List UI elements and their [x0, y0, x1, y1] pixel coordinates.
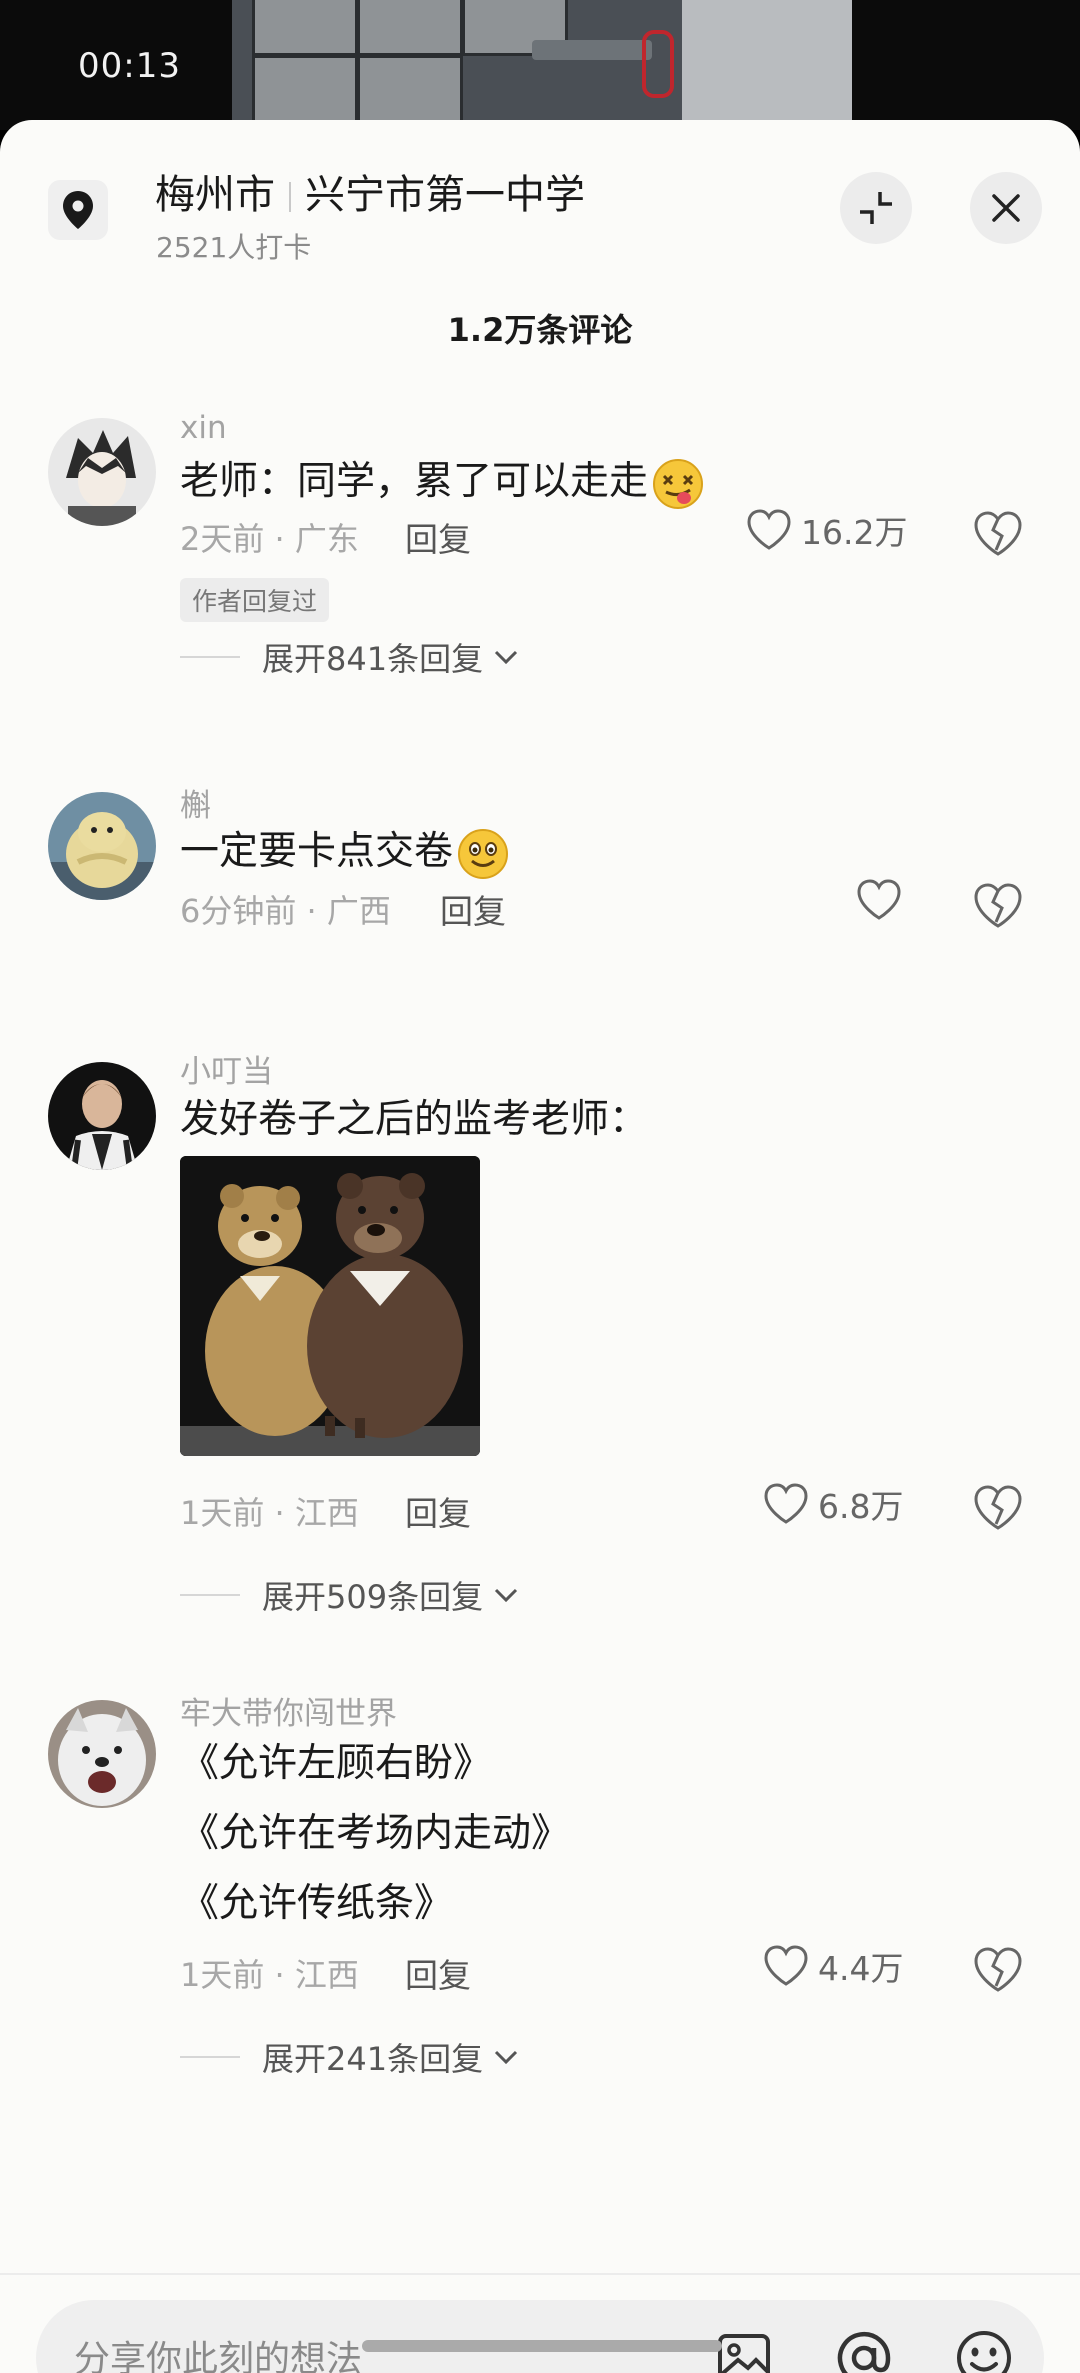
author-replied-tag: 作者回复过 [180, 578, 330, 622]
comment-count: 1.2万条评论 [447, 311, 633, 349]
chevron-down-icon [495, 2050, 518, 2065]
comment-text-body: 一定要卡点交卷 [180, 829, 454, 874]
comment-line: 《允许传纸条》 [180, 1881, 454, 1926]
heart-outline-icon [764, 1945, 808, 1986]
like-count: 16.2万 [801, 513, 908, 552]
smile-emoji [458, 828, 509, 879]
heart-outline-icon [764, 1483, 808, 1524]
divider-line [180, 1594, 240, 1596]
expand-replies-label: 展开241条回复 [262, 2040, 484, 2078]
comment-time-location: 1天前 · 江西 [180, 1494, 359, 1532]
comment-text: 老师：同学，累了可以走走 [180, 450, 704, 510]
heart-outline-icon [747, 509, 791, 550]
comment-text: 一定要卡点交卷 [180, 820, 509, 880]
reply-button[interactable]: 回复 [405, 513, 471, 561]
close-icon [992, 194, 1020, 222]
dizzy-tongue-emoji [653, 458, 704, 509]
collapse-icon [860, 192, 892, 224]
reply-button[interactable]: 回复 [440, 885, 506, 933]
title-divider [289, 182, 291, 212]
broken-heart-icon[interactable] [972, 882, 1024, 930]
comment-username[interactable]: 牢大带你闯世界 [180, 1688, 397, 1733]
comment-time-location: 6分钟前 · 广西 [180, 892, 391, 930]
comment-input-bar [36, 2300, 1044, 2373]
comment-text: 发好卷子之后的监考老师： [180, 1097, 649, 1142]
checkin-count: 2521人打卡 [156, 231, 312, 264]
like-button[interactable] [855, 878, 911, 922]
reply-button[interactable]: 回复 [405, 1949, 471, 1997]
video-frame [232, 0, 852, 130]
broken-heart-icon[interactable] [972, 1484, 1024, 1532]
comment-text-body: 老师：同学，累了可以走走 [180, 459, 649, 504]
avatar[interactable] [48, 792, 156, 900]
comment-username[interactable]: 小叮当 [180, 1046, 273, 1091]
chevron-down-icon [495, 650, 518, 665]
like-count: 4.4万 [818, 1949, 904, 1988]
heart-outline-icon [857, 879, 901, 920]
home-indicator[interactable] [362, 2340, 722, 2352]
comment-time-location: 1天前 · 江西 [180, 1956, 359, 1994]
sheet-header: 梅州市 兴宁市第一中学 2521人打卡 [0, 120, 1080, 300]
video-background: 00:13 [0, 0, 1080, 130]
emoji-face-icon[interactable] [954, 2328, 1014, 2373]
expand-replies-label: 展开509条回复 [262, 1578, 484, 1616]
comment-sheet: 梅州市 兴宁市第一中学 2521人打卡 1.2万条评论 xin 老师：同学，累了… [0, 120, 1080, 2373]
comment-line: 《允许左顾右盼》 [180, 1741, 493, 1786]
like-button[interactable]: 6.8万 [762, 1480, 903, 1528]
location-pin-icon[interactable] [48, 180, 108, 240]
like-button[interactable]: 4.4万 [762, 1942, 903, 1990]
divider-line [180, 2056, 240, 2058]
comment-line: 《允许在考场内走动》 [180, 1811, 571, 1856]
expand-replies[interactable]: 展开841条回复 [180, 634, 521, 680]
chevron-down-icon [495, 1588, 518, 1603]
avatar[interactable] [48, 418, 156, 526]
divider-line [180, 656, 240, 658]
video-timestamp: 00:13 [78, 46, 181, 86]
location-title[interactable]: 梅州市 兴宁市第一中学 [155, 162, 585, 220]
avatar[interactable] [48, 1700, 156, 1808]
comment-time-location: 2天前 · 广东 [180, 520, 359, 558]
avatar[interactable] [48, 1062, 156, 1170]
broken-heart-icon[interactable] [972, 510, 1024, 558]
expand-replies[interactable]: 展开509条回复 [180, 1572, 521, 1618]
collapse-button[interactable] [840, 172, 912, 244]
expand-replies[interactable]: 展开241条回复 [180, 2034, 521, 2080]
input-divider [0, 2273, 1080, 2275]
like-count: 6.8万 [818, 1487, 904, 1526]
at-icon[interactable] [834, 2328, 894, 2373]
location-city: 梅州市 [155, 172, 275, 218]
like-button[interactable]: 16.2万 [745, 506, 907, 554]
expand-replies-label: 展开841条回复 [262, 640, 484, 678]
image-icon[interactable] [714, 2328, 774, 2373]
broken-heart-icon[interactable] [972, 1946, 1024, 1994]
close-button[interactable] [970, 172, 1042, 244]
reply-button[interactable]: 回复 [405, 1487, 471, 1535]
location-place: 兴宁市第一中学 [305, 172, 585, 218]
comment-username[interactable]: xin [180, 410, 227, 446]
comment-username[interactable]: 槲 [180, 780, 211, 825]
two-bears-image[interactable] [180, 1156, 480, 1456]
